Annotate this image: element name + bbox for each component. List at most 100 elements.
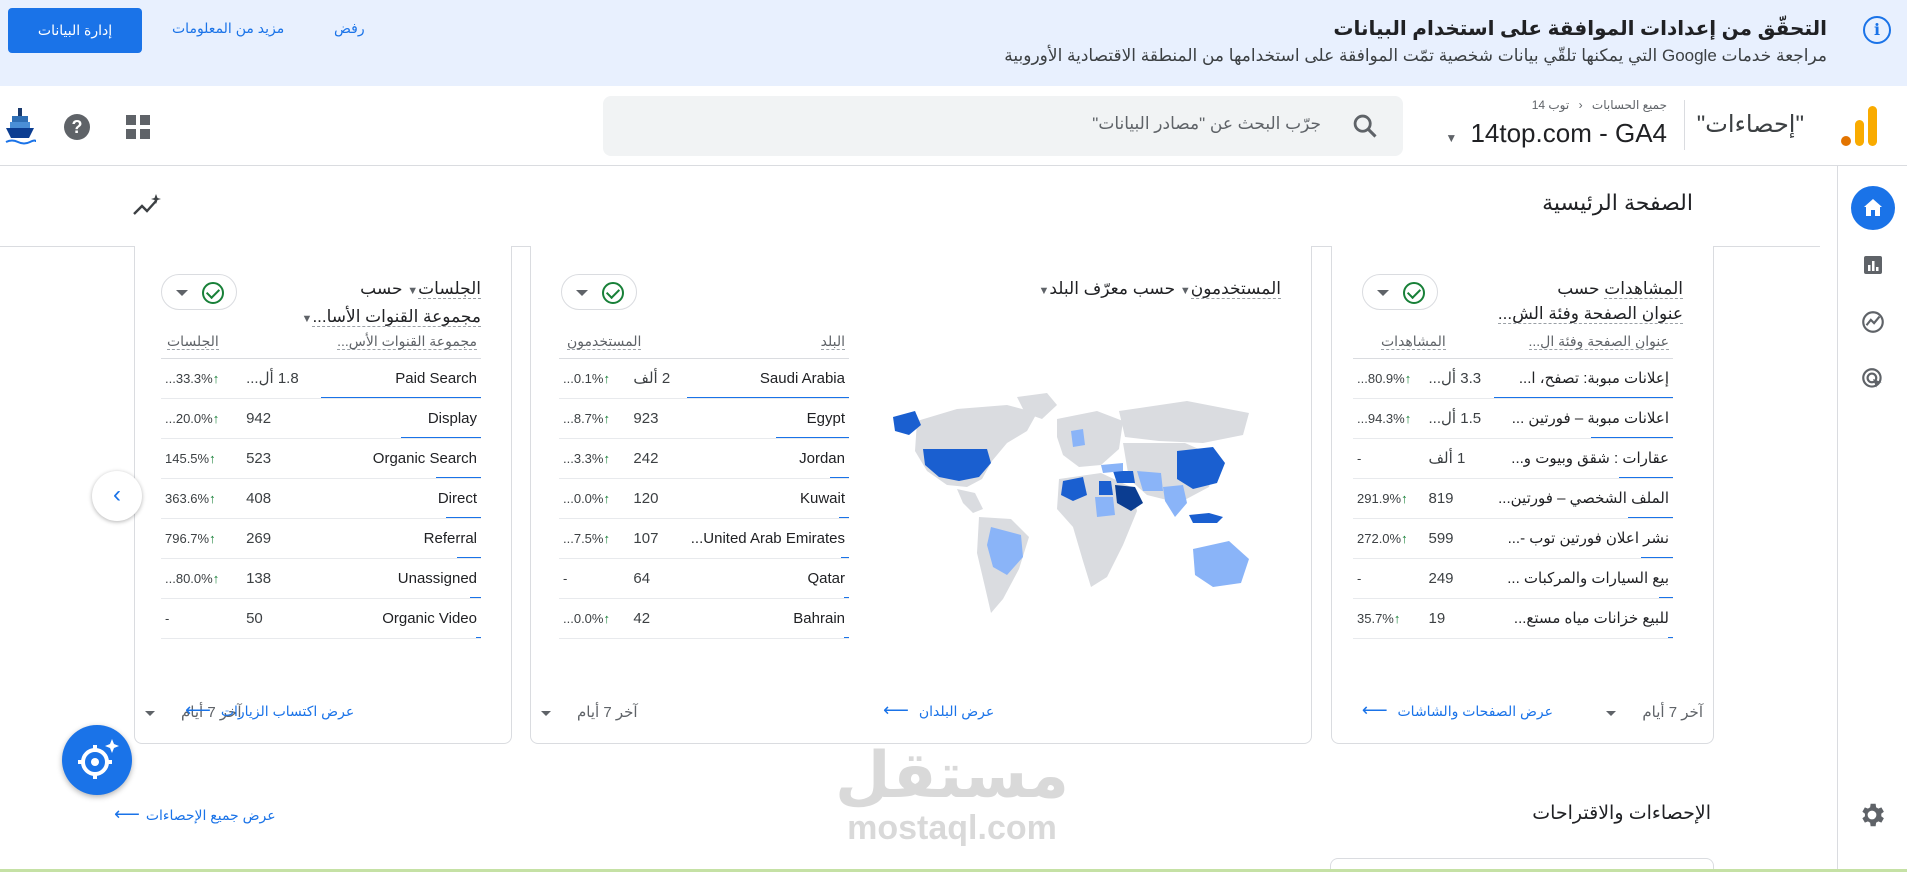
card-title[interactable]: المستخدمون▼ حسب معرّف البلد▼ — [1038, 276, 1281, 304]
row-name[interactable]: اعلانات مبوبة – فورتين ... — [1494, 398, 1673, 439]
carousel-prev-button[interactable]: ‹ — [92, 471, 142, 521]
page-title: الصفحة الرئيسية — [1542, 190, 1693, 215]
advertising-nav-icon[interactable] — [1851, 357, 1895, 401]
compare-toggle[interactable] — [561, 274, 637, 310]
view-acquisition-link[interactable]: عرض اكتساب الزيارات⟵ — [185, 700, 354, 721]
more-info-link[interactable]: مزيد من المعلومات — [172, 20, 284, 37]
table-row[interactable]: اعلانات مبوبة – فورتين ... 1.5 أل... ↑94.3… — [1353, 398, 1673, 439]
manage-data-button[interactable]: إدارة البيانات — [8, 8, 142, 53]
row-name[interactable]: عقارات : شقق وبيوت و... — [1494, 438, 1673, 479]
table-row[interactable]: Direct 408 ↑363.6% — [161, 478, 481, 519]
account-avatar-ship-icon[interactable] — [4, 102, 36, 152]
table-row[interactable]: عقارات : شقق وبيوت و... 1 ألف - — [1353, 438, 1673, 479]
compare-toggle[interactable] — [1362, 274, 1438, 310]
row-name[interactable]: Unassigned — [321, 558, 481, 599]
column-header-name[interactable]: مجموعة القنوات الأس... — [337, 333, 477, 351]
metric-selector[interactable]: الجلسات — [418, 279, 481, 299]
row-name[interactable]: Saudi Arabia — [686, 358, 849, 399]
row-name[interactable]: Kuwait — [686, 478, 849, 519]
row-name[interactable]: للبيع خزانات مياه مستع... — [1494, 598, 1673, 639]
dimension-selector[interactable]: مجموعة القنوات الأسا... — [312, 307, 481, 327]
row-change: ↑3.3%... — [559, 438, 630, 479]
row-name[interactable]: Organic Video — [321, 598, 481, 639]
column-header-value[interactable]: المشاهدات — [1381, 333, 1446, 351]
table-row[interactable]: Kuwait 120 ↑0.0%... — [559, 478, 849, 519]
card-title[interactable]: الجلسات▼ حسب مجموعة القنوات الأسا...▼ — [302, 276, 481, 332]
row-name[interactable]: Display — [321, 398, 481, 439]
home-nav-icon[interactable] — [1851, 186, 1895, 230]
table-row[interactable]: الملف الشخصي – فورتين... 819 ↑291.9% — [1353, 478, 1673, 519]
row-name[interactable]: بيع السيارات والمركبات ... — [1494, 558, 1673, 599]
chevron-down-icon — [541, 710, 551, 716]
table-row[interactable]: United Arab Emirates... 107 ↑7.5%... — [559, 518, 849, 559]
property-name[interactable]: 14top.com - GA4 — [1470, 118, 1667, 148]
row-change: ↑94.3%... — [1353, 398, 1425, 439]
assistant-settings-fab[interactable] — [62, 725, 132, 795]
analytics-logo-icon[interactable] — [1841, 106, 1877, 146]
row-name[interactable]: Paid Search — [321, 358, 481, 399]
table-row[interactable]: للبيع خزانات مياه مستع... 19 ↑35.7% — [1353, 598, 1673, 639]
world-map[interactable] — [887, 391, 1267, 631]
row-name[interactable]: Direct — [321, 478, 481, 519]
explore-nav-icon[interactable] — [1851, 300, 1895, 344]
table-row[interactable]: بيع السيارات والمركبات ... 249 - — [1353, 558, 1673, 599]
metric-selector[interactable]: المشاهدات — [1604, 279, 1683, 299]
table-row[interactable]: Jordan 242 ↑3.3%... — [559, 438, 849, 479]
table-row[interactable]: نشر اعلان فورتين توب -... 599 ↑272.0% — [1353, 518, 1673, 559]
column-header-value[interactable]: المستخدمون — [567, 333, 642, 351]
metric-selector[interactable]: المستخدمون — [1190, 279, 1281, 299]
table-row[interactable]: Unassigned 138 ↑80.0%... — [161, 558, 481, 599]
date-range-selector[interactable]: آخر 7 أيام — [541, 703, 638, 721]
table-row[interactable]: Referral 269 ↑796.7% — [161, 518, 481, 559]
table-row[interactable]: Bahrain 42 ↑0.0%... — [559, 598, 849, 639]
row-name[interactable]: Bahrain — [686, 598, 849, 639]
row-name[interactable]: إعلانات مبوبة: تصفح، ا... — [1494, 358, 1673, 399]
view-countries-link[interactable]: عرض البلدان⟵ — [883, 700, 994, 721]
insights-sparkle-icon[interactable] — [132, 192, 162, 220]
table-row[interactable]: Saudi Arabia 2 ألف ↑0.1%... — [559, 358, 849, 399]
table-row[interactable]: Egypt 923 ↑8.7%... — [559, 398, 849, 439]
row-name[interactable]: Referral — [321, 518, 481, 559]
arrow-up-icon: ↑ — [1393, 610, 1401, 626]
arrow-up-icon: ↑ — [603, 530, 610, 546]
row-name[interactable]: United Arab Emirates... — [686, 518, 849, 559]
row-name-text: عقارات : شقق وبيوت و... — [1511, 450, 1669, 467]
table-row[interactable]: Organic Video 50 - — [161, 598, 481, 639]
help-icon[interactable]: ? — [64, 114, 90, 140]
row-name[interactable]: Qatar — [686, 558, 849, 599]
breadcrumb-all-accounts[interactable]: جميع الحسابات — [1592, 98, 1667, 112]
row-name-text: إعلانات مبوبة: تصفح، ا... — [1518, 370, 1669, 387]
table-row[interactable]: Paid Search 1.8 أل... ↑33.3%... — [161, 358, 481, 399]
dimension-selector[interactable]: عنوان الصفحة وفئة الش... — [1497, 304, 1683, 324]
view-all-insights-link[interactable]: عرض جميع الإحصاءات⟵ — [114, 804, 276, 825]
property-selector[interactable]: 14top.com - GA4 ▼ — [1445, 118, 1667, 149]
reject-link[interactable]: رفض — [334, 20, 365, 37]
compare-toggle[interactable] — [161, 274, 237, 310]
chevron-down-icon: ▼ — [1038, 285, 1050, 297]
breadcrumb[interactable]: جميع الحسابات ‹ توب 14 — [1532, 98, 1667, 112]
table-row[interactable]: Display 942 ↑20.0%... — [161, 398, 481, 439]
row-change-text: - — [165, 610, 170, 626]
reports-nav-icon[interactable] — [1851, 243, 1895, 287]
search-input[interactable]: جرّب البحث عن "مصادر البيانات" — [603, 96, 1403, 156]
arrow-left-icon: ⟵ — [883, 700, 909, 720]
arrow-up-icon: ↑ — [212, 370, 220, 386]
view-pages-link[interactable]: عرض الصفحات والشاشات⟵ — [1362, 700, 1553, 721]
card-title[interactable]: المشاهدات حسب عنوان الصفحة وفئة الش... — [1497, 276, 1683, 326]
row-change: ↑0.0%... — [559, 478, 630, 519]
column-header-name[interactable]: عنوان الصفحة وفئة ال... — [1528, 333, 1669, 351]
column-header-name[interactable]: البلد — [820, 333, 845, 351]
row-name[interactable]: نشر اعلان فورتين توب -... — [1494, 518, 1673, 559]
row-name[interactable]: Egypt — [686, 398, 849, 439]
row-name[interactable]: Jordan — [686, 438, 849, 479]
table-row[interactable]: Organic Search 523 ↑145.5% — [161, 438, 481, 479]
date-range-selector[interactable]: آخر 7 أيام — [1606, 703, 1703, 721]
row-name[interactable]: الملف الشخصي – فورتين... — [1494, 478, 1673, 519]
apps-grid-icon[interactable] — [126, 115, 150, 139]
admin-settings-icon[interactable] — [1857, 800, 1887, 830]
table-row[interactable]: Qatar 64 - — [559, 558, 849, 599]
row-name[interactable]: Organic Search — [321, 438, 481, 479]
table-row[interactable]: إعلانات مبوبة: تصفح، ا... 3.3 أل... ↑80.9%… — [1353, 358, 1673, 399]
breadcrumb-account[interactable]: توب 14 — [1532, 98, 1570, 112]
column-header-value[interactable]: الجلسات — [167, 333, 219, 351]
